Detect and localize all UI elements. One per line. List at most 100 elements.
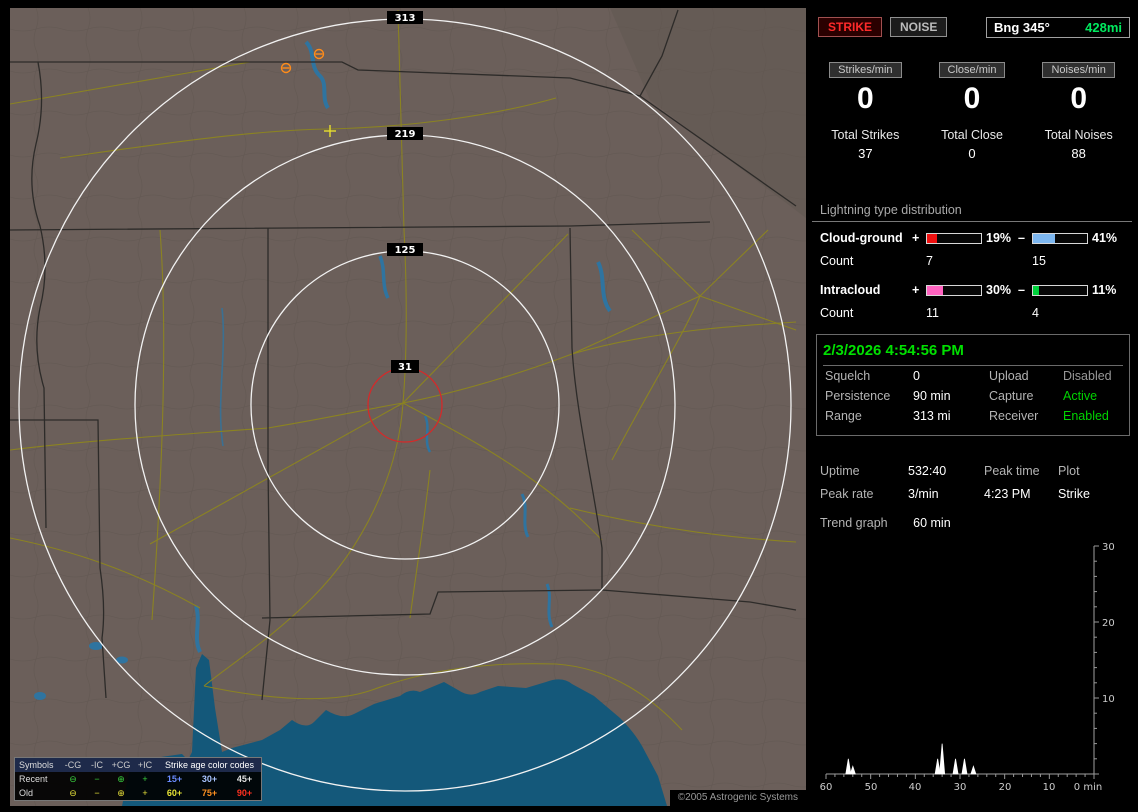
close-per-min-chip: Close/min <box>938 62 1006 78</box>
xtick-20: 20 <box>999 782 1012 793</box>
circle-minus-icon: ⊖ <box>69 787 77 798</box>
minus-icon: − <box>94 788 100 798</box>
noise-mode-button[interactable]: NOISE <box>890 17 948 37</box>
plus-sign: + <box>912 231 920 245</box>
age-15: 15+ <box>166 774 183 784</box>
legend-col-neg-ic: -IC <box>91 760 103 770</box>
total-strikes-label: Total Strikes <box>831 128 900 142</box>
plus-sign: + <box>912 283 920 297</box>
cloud-ground-row: Cloud-ground + 19% – 41% <box>812 231 1132 245</box>
close-per-min-value: 0 <box>963 82 981 115</box>
panel-topbar: STRIKE NOISE Bng 345° 428mi <box>818 14 1130 40</box>
cg-negative-pct: 41% <box>1092 231 1118 245</box>
axis-ticks <box>825 545 1099 779</box>
legend-old-label: Old <box>19 788 34 798</box>
intracloud-label: Intracloud <box>820 283 881 297</box>
cg-positive-bar <box>926 232 982 244</box>
distribution-section: Lightning type distribution Cloud-ground… <box>812 203 1132 320</box>
age-30: 30+ <box>201 774 218 784</box>
plot-label: Plot <box>1058 464 1080 478</box>
trend-graph-window: 60 min <box>913 516 951 530</box>
ytick-20: 20 <box>1102 618 1115 629</box>
ic-negative-count: 4 <box>1032 306 1039 320</box>
trend-graph-label-row: Trend graph 60 min <box>820 516 951 530</box>
range-label: Range <box>825 409 862 423</box>
peak-time-label: Peak time <box>984 464 1040 478</box>
plus-icon: + <box>142 774 148 784</box>
persistence-label: Persistence <box>825 389 891 403</box>
xtick-0-min: 0 min <box>1074 782 1102 793</box>
session-row-2: Peak rate 3/min 4:23 PM Strike <box>812 483 1132 506</box>
map-canvas[interactable]: 313 219 125 31 <box>10 8 806 806</box>
peak-rate-value: 3/min <box>908 487 939 501</box>
legend-age-title: Strike age color codes <box>164 760 255 770</box>
cg-negative-bar-fill <box>1033 233 1056 243</box>
persistence-value: 90 min <box>913 389 951 403</box>
ring-label-31: 31 <box>391 360 419 373</box>
ic-positive-pct: 30% <box>986 283 1012 297</box>
total-noises-value: 88 <box>1071 146 1086 161</box>
age-45: 45+ <box>236 774 253 784</box>
svg-text:125: 125 <box>395 245 416 256</box>
capture-label: Capture <box>989 389 1034 403</box>
svg-text:219: 219 <box>395 129 416 140</box>
ic-positive-count: 11 <box>926 306 939 320</box>
noises-per-min-chip: Noises/min <box>1042 62 1115 78</box>
squelch-label: Squelch <box>825 369 871 383</box>
total-close-value: 0 <box>968 146 976 161</box>
receiver-label: Receiver <box>989 409 1039 423</box>
noises-per-min-value: 0 <box>1070 82 1087 115</box>
trend-spikes <box>845 743 977 775</box>
circle-plus-icon: ⊕ <box>117 787 125 798</box>
ring-label-219: 219 <box>387 127 423 140</box>
circle-minus-icon: ⊖ <box>69 773 77 784</box>
ic-positive-bar <box>926 284 982 296</box>
range-value: 313 mi <box>913 409 951 423</box>
minus-icon: − <box>94 774 100 784</box>
svg-text:313: 313 <box>395 13 416 24</box>
count-label: Count <box>820 306 854 320</box>
bearing-label: Bng 345° <box>994 19 1050 35</box>
legend-symbols-title: Symbols <box>19 760 54 770</box>
copyright-text: ©2005 Astrogenic Systems <box>669 790 806 806</box>
age-75: 75+ <box>201 788 218 798</box>
legend-col-neg-cg: -CG <box>64 760 82 770</box>
upload-label: Upload <box>989 369 1029 383</box>
total-strikes-value: 37 <box>858 146 873 161</box>
plot-value: Strike <box>1058 487 1090 501</box>
status-row-persistence: Persistence 90 min Capture Active <box>817 386 1129 406</box>
strikes-per-min-value: 0 <box>856 82 874 115</box>
xtick-50: 50 <box>865 782 878 793</box>
session-section: Uptime 532:40 Peak time Plot Peak rate 3… <box>812 460 1132 506</box>
squelch-value: 0 <box>913 369 920 383</box>
cloud-ground-label: Cloud-ground <box>820 231 903 245</box>
ic-negative-bar-fill <box>1033 285 1039 295</box>
session-row-1: Uptime 532:40 Peak time Plot <box>812 460 1132 483</box>
strikes-column: Strikes/min 0 Total Strikes 37 <box>812 62 919 161</box>
count-label: Count <box>820 254 854 268</box>
cg-positive-count: 7 <box>926 254 933 268</box>
total-close-label: Total Close <box>941 128 1003 142</box>
minus-sign: – <box>1018 231 1025 245</box>
xtick-10: 10 <box>1043 782 1056 793</box>
trend-graph: 30 20 10 60 50 40 30 20 10 0 min <box>818 538 1130 805</box>
plus-icon: + <box>142 788 148 798</box>
legend-old-row: Old ⊖ − ⊕ + 60+ 75+ 90+ <box>15 786 261 800</box>
strike-mode-button[interactable]: STRIKE <box>818 17 883 37</box>
svg-text:31: 31 <box>398 362 412 373</box>
receiver-value: Enabled <box>1063 409 1109 423</box>
peak-rate-label: Peak rate <box>820 487 874 501</box>
minus-sign: – <box>1018 283 1025 297</box>
xtick-30: 30 <box>954 782 967 793</box>
bearing-display: Bng 345° 428mi <box>986 16 1130 38</box>
status-row-range: Range 313 mi Receiver Enabled <box>817 406 1129 426</box>
trend-graph-canvas: 30 20 10 60 50 40 30 20 10 0 min <box>820 542 1115 793</box>
legend-recent-label: Recent <box>19 774 48 784</box>
cg-positive-bar-fill <box>927 233 938 243</box>
ic-positive-bar-fill <box>927 285 944 295</box>
intracloud-row: Intracloud + 30% – 11% <box>812 283 1132 297</box>
close-column: Close/min 0 Total Close 0 <box>919 62 1026 161</box>
cloud-ground-count-row: Count 7 15 <box>812 254 1132 268</box>
cg-negative-bar <box>1032 232 1088 244</box>
ring-label-313: 313 <box>387 11 423 24</box>
